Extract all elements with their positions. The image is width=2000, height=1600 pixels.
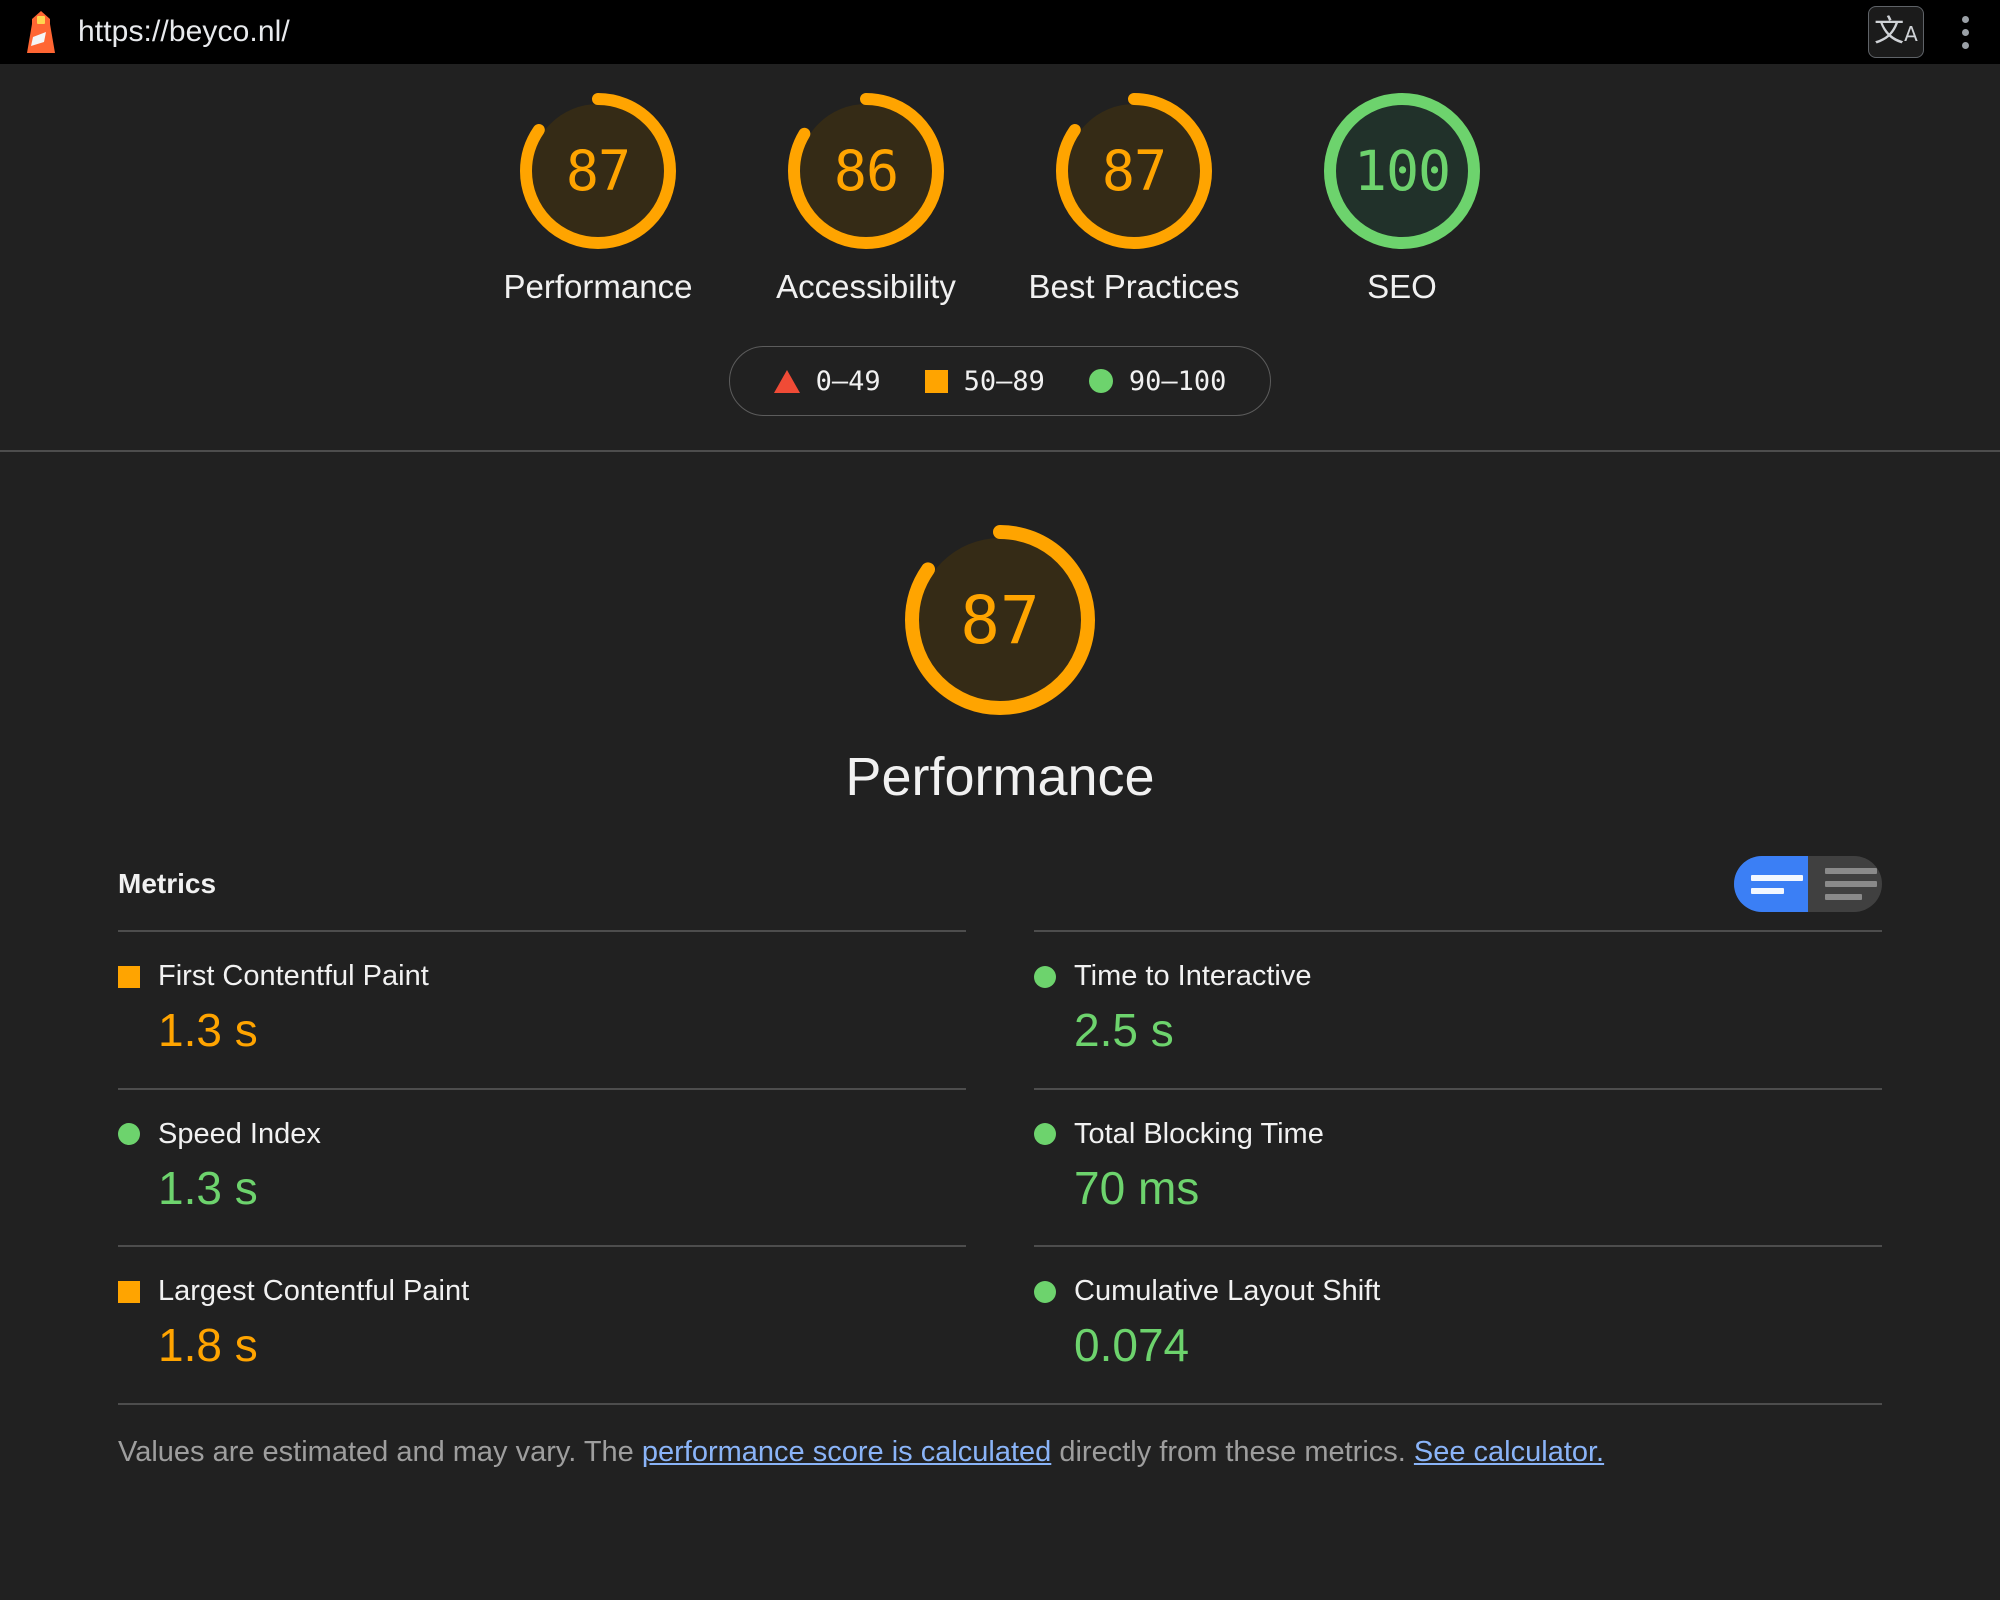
- metric-value: 70 ms: [1074, 1163, 1882, 1214]
- metrics-footer-text-2: directly from these metrics.: [1051, 1436, 1414, 1468]
- circle-icon: [118, 1123, 140, 1145]
- legend-item: 50—89: [925, 366, 1045, 397]
- metric-name-row: Total Blocking Time: [1034, 1118, 1882, 1151]
- translate-glyph-latin: A: [1904, 24, 1918, 44]
- metric-item[interactable]: Total Blocking Time 70 ms: [1034, 1088, 1882, 1246]
- gauge-arc: 87: [519, 92, 677, 250]
- metric-name: Cumulative Layout Shift: [1074, 1275, 1380, 1308]
- metric-value: 0.074: [1074, 1320, 1882, 1371]
- legend-range: 0—49: [816, 366, 881, 397]
- legend-range: 90—100: [1129, 366, 1227, 397]
- metric-value: 1.8 s: [158, 1320, 966, 1371]
- metric-name-row: Cumulative Layout Shift: [1034, 1275, 1882, 1308]
- metric-name: First Contentful Paint: [158, 960, 429, 993]
- square-icon: [925, 370, 948, 393]
- lighthouse-icon: [24, 11, 58, 53]
- metric-item[interactable]: Time to Interactive 2.5 s: [1034, 930, 1882, 1088]
- metric-name-row: Time to Interactive: [1034, 960, 1882, 993]
- legend-item: 90—100: [1089, 366, 1227, 397]
- gauge-arc: 87: [1055, 92, 1213, 250]
- metric-name-row: Largest Contentful Paint: [118, 1275, 966, 1308]
- metric-name-row: Speed Index: [118, 1118, 966, 1151]
- page-url: https://beyco.nl/: [78, 15, 290, 49]
- score-gauge-best-practices[interactable]: 87 Best Practices: [1029, 92, 1239, 306]
- gauge-label: SEO: [1367, 268, 1437, 306]
- metric-value: 1.3 s: [158, 1163, 966, 1214]
- metrics-view-toggle[interactable]: [1734, 856, 1882, 912]
- circle-icon: [1089, 369, 1113, 393]
- metric-item[interactable]: Speed Index 1.3 s: [118, 1088, 966, 1246]
- metric-value: 1.3 s: [158, 1005, 966, 1056]
- square-icon: [118, 1281, 140, 1303]
- score-gauge-seo[interactable]: 100 SEO: [1297, 92, 1507, 306]
- metric-name: Largest Contentful Paint: [158, 1275, 469, 1308]
- category-gauge-wrapper: 87 Performance: [0, 524, 2000, 808]
- score-gauge-accessibility[interactable]: 86 Accessibility: [761, 92, 971, 306]
- scores-section: 87 Performance 86 Accessibility 87 Best Pract…: [0, 64, 2000, 452]
- circle-icon: [1034, 1281, 1056, 1303]
- category-score-gauge: 87: [904, 524, 1096, 716]
- gauge-arc: 86: [787, 92, 945, 250]
- topbar-actions: 文A: [1868, 6, 1980, 58]
- gauge-value: 87: [1055, 92, 1213, 250]
- gauge-value: 87: [519, 92, 677, 250]
- metrics-grid: First Contentful Paint 1.3 s Time to Inter…: [118, 930, 1882, 1403]
- score-gauges: 87 Performance 86 Accessibility 87 Best Pract…: [0, 92, 2000, 306]
- metrics-title: Metrics: [118, 868, 216, 900]
- category-score-value: 87: [904, 524, 1096, 716]
- metric-value: 2.5 s: [1074, 1005, 1882, 1056]
- metric-item[interactable]: Cumulative Layout Shift 0.074: [1034, 1245, 1882, 1403]
- circle-icon: [1034, 1123, 1056, 1145]
- metrics-footer-text-1: Values are estimated and may vary. The: [118, 1436, 642, 1468]
- score-legend-wrapper: 0—49 50—89 90—100: [0, 346, 2000, 416]
- performance-score-calculated-link[interactable]: performance score is calculated: [642, 1436, 1051, 1468]
- translate-icon[interactable]: 文A: [1868, 6, 1924, 58]
- triangle-icon: [774, 370, 800, 393]
- gauge-arc: 100: [1323, 92, 1481, 250]
- gauge-label: Accessibility: [776, 268, 956, 306]
- metrics-block: Metrics First Contentful Paint 1.3 s Time …: [0, 856, 2000, 1473]
- metric-item[interactable]: Largest Contentful Paint 1.8 s: [118, 1245, 966, 1403]
- metrics-header: Metrics: [118, 856, 1882, 930]
- gauge-value: 100: [1323, 92, 1481, 250]
- toggle-option-expanded[interactable]: [1808, 856, 1882, 912]
- toggle-option-simple[interactable]: [1734, 856, 1808, 912]
- circle-icon: [1034, 966, 1056, 988]
- gauge-label: Performance: [504, 268, 693, 306]
- legend-item: 0—49: [774, 366, 881, 397]
- translate-glyph-cjk: 文: [1874, 17, 1904, 47]
- performance-category: 87 Performance Metrics First Contentful …: [0, 452, 2000, 1473]
- see-calculator-link[interactable]: See calculator.: [1414, 1436, 1604, 1468]
- kebab-menu-icon[interactable]: [1950, 6, 1980, 58]
- metric-name-row: First Contentful Paint: [118, 960, 966, 993]
- metrics-footer: Values are estimated and may vary. The p…: [118, 1403, 1882, 1473]
- page-title: Performance: [845, 746, 1154, 808]
- metric-name: Speed Index: [158, 1118, 321, 1151]
- metric-name: Total Blocking Time: [1074, 1118, 1324, 1151]
- gauge-label: Best Practices: [1029, 268, 1240, 306]
- score-legend: 0—49 50—89 90—100: [729, 346, 1272, 416]
- gauge-value: 86: [787, 92, 945, 250]
- browser-topbar: https://beyco.nl/ 文A: [0, 0, 2000, 64]
- metric-name: Time to Interactive: [1074, 960, 1311, 993]
- score-gauge-performance[interactable]: 87 Performance: [493, 92, 703, 306]
- square-icon: [118, 966, 140, 988]
- legend-range: 50—89: [964, 366, 1045, 397]
- metric-item[interactable]: First Contentful Paint 1.3 s: [118, 930, 966, 1088]
